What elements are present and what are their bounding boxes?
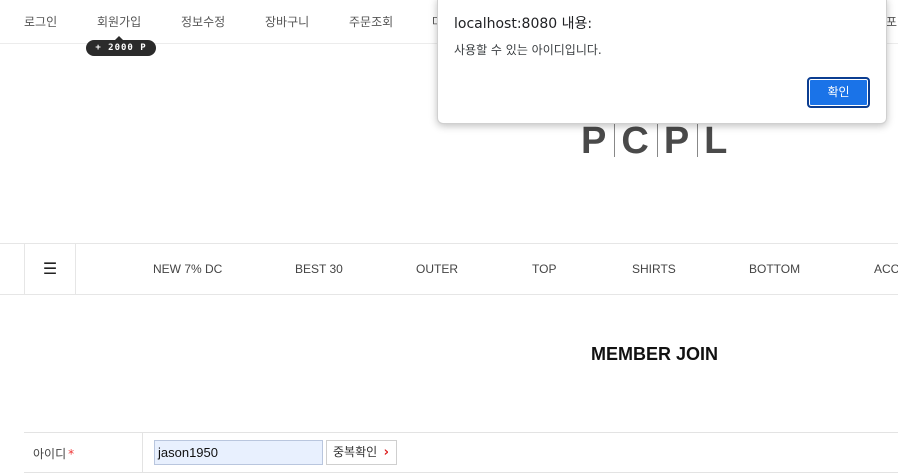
required-mark: * bbox=[68, 447, 75, 461]
category-nav: ☰ NEW 7% DC BEST 30 OUTER TOP SHIRTS BOT… bbox=[0, 243, 898, 295]
alert-dialog: localhost:8080 내용: 사용할 수 있는 아이디입니다. 확인 bbox=[437, 0, 887, 124]
id-label: 아이디 * bbox=[33, 445, 74, 462]
logo-letter: P bbox=[663, 120, 692, 162]
dialog-title: localhost:8080 내용: bbox=[454, 16, 593, 32]
dialog-ok-button[interactable]: 확인 bbox=[807, 77, 870, 108]
signup-points-badge: + 2000 P bbox=[86, 36, 156, 56]
duplicate-check-label: 중복확인 bbox=[333, 445, 378, 459]
form-label-cell: 아이디 * bbox=[24, 433, 143, 472]
cart-link[interactable]: 장바구니 bbox=[265, 13, 309, 30]
dialog-message: 사용할 수 있는 아이디입니다. bbox=[454, 43, 602, 57]
nav-item-top[interactable]: TOP bbox=[532, 262, 556, 276]
nav-item-shirts[interactable]: SHIRTS bbox=[632, 262, 676, 276]
page-title: MEMBER JOIN bbox=[591, 344, 719, 364]
chevron-right-icon: › bbox=[383, 445, 389, 460]
hamburger-menu-icon[interactable]: ☰ bbox=[24, 244, 76, 294]
nav-item-outer[interactable]: OUTER bbox=[416, 262, 458, 276]
order-lookup-link[interactable]: 주문조회 bbox=[349, 13, 393, 30]
signup-link[interactable]: 회원가입 bbox=[97, 13, 141, 30]
site-logo[interactable]: PCPL bbox=[581, 120, 729, 163]
duplicate-check-button[interactable]: 중복확인 › bbox=[326, 440, 397, 465]
point-link[interactable]: 포 bbox=[886, 13, 897, 30]
id-input[interactable]: jason1950 bbox=[154, 440, 323, 465]
logo-letter: L bbox=[704, 120, 730, 162]
id-label-text: 아이디 bbox=[33, 447, 67, 461]
nav-item-bottom[interactable]: BOTTOM bbox=[749, 262, 800, 276]
logo-letter: C bbox=[621, 120, 651, 162]
nav-item-new[interactable]: NEW 7% DC bbox=[153, 262, 222, 276]
logo-letter: P bbox=[581, 120, 609, 162]
nav-item-acc[interactable]: ACC bbox=[874, 262, 898, 276]
edit-profile-link[interactable]: 정보수정 bbox=[181, 13, 225, 30]
login-link[interactable]: 로그인 bbox=[24, 13, 57, 30]
nav-item-best[interactable]: BEST 30 bbox=[295, 262, 343, 276]
